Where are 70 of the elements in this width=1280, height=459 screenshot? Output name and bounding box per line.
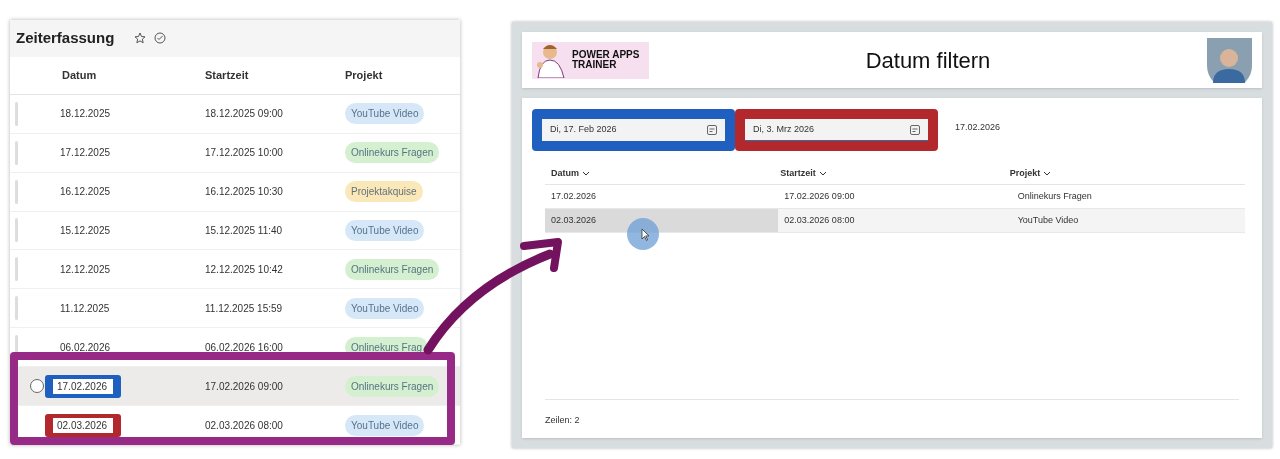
list-row[interactable]: 02.03.2026 02.03.2026 08:00 YouTube Video [10, 406, 460, 445]
table-cell-text: 17.02.2026 09:00 [783, 189, 856, 203]
start-time-text: 12.12.2025 10:42 [205, 262, 284, 277]
date-text: 17.02.2026 [53, 378, 113, 394]
start-time-text: 17.02.2026 09:00 [205, 379, 284, 394]
start-time-text: 11.12.2025 15:59 [205, 301, 284, 316]
project-tag: YouTube Video [345, 414, 425, 436]
calendar-icon[interactable] [707, 125, 717, 135]
chevron-down-icon [582, 170, 590, 177]
table-cell-text: Onlinekurs Fragen [1016, 189, 1093, 203]
column-header[interactable]: Datum [551, 166, 781, 181]
list-row[interactable]: 17.12.2025 17.12.2025 10:00 Onlinekurs Fragen [10, 133, 460, 173]
date-text: 06.02.2026 [60, 340, 111, 355]
table-row[interactable]: 02.03.2026 02.03.2026 08:00 YouTube Video [545, 209, 1245, 233]
cursor-icon [627, 218, 659, 250]
radio-button[interactable] [30, 379, 44, 394]
list-row[interactable]: 15.12.2025 15.12.2025 11:40 YouTube Video [10, 211, 460, 251]
column-header[interactable]: Datum [62, 67, 97, 84]
project-tag: Projektakquise [345, 181, 423, 203]
row-handle [15, 101, 18, 126]
start-time-text: 15.12.2025 11:40 [205, 224, 284, 238]
logo-text: POWER APPS TRAINER [572, 50, 641, 70]
list-row[interactable]: 12.12.2025 12.12.2025 10:42 Onlinekurs Fragen [10, 250, 460, 290]
date-text: 11.12.2025 [60, 301, 110, 316]
date-text: 02.03.2026 [53, 417, 113, 433]
chevron-down-icon [1043, 170, 1052, 177]
project-tag: YouTube Video [345, 220, 425, 241]
project-tag: YouTube Video [345, 103, 425, 125]
start-time-text: 18.12.2025 09:00 [205, 107, 284, 122]
list-row[interactable]: 11.12.2025 11.12.2025 15:59 YouTube Video [10, 289, 460, 329]
start-time-text: 06.02.2026 16:00 [205, 340, 284, 355]
start-time-text: 17.12.2025 10:00 [205, 146, 284, 161]
date-picker[interactable]: Di, 17. Feb 2026 [542, 119, 725, 141]
date-picker[interactable]: Di, 3. Mrz 2026 [745, 119, 928, 141]
column-header[interactable]: Startzeit [205, 67, 345, 84]
project-tag: Onlinekurs Fragen [345, 142, 440, 164]
table-cell-text: 17.02.2026 [550, 189, 598, 203]
project-tag: Onlinekurs Fragen [345, 258, 440, 280]
row-count: Zeilen: 2 [545, 415, 580, 425]
table-cell-text: YouTube Video [1016, 213, 1080, 227]
start-time-text: 16.12.2025 10:30 [205, 185, 284, 200]
date-text: 17.12.2025 [60, 146, 111, 161]
table-cell-text: 02.03.2026 08:00 [783, 213, 856, 227]
star-icon[interactable] [134, 32, 147, 45]
column-header[interactable]: Projekt [1009, 166, 1239, 181]
row-handle [15, 140, 18, 165]
column-header[interactable]: Projekt [345, 67, 460, 84]
calendar-icon[interactable] [910, 124, 920, 135]
date-text: 18.12.2025 [60, 107, 111, 122]
row-handle [15, 218, 18, 243]
list-title: Zeiterfassung [16, 28, 115, 49]
start-time-text: 02.03.2026 08:00 [205, 418, 284, 433]
column-header[interactable]: Startzeit [780, 166, 1010, 181]
project-tag: Onlinekurs Fragen [345, 375, 440, 397]
avatar [1207, 37, 1252, 83]
list-row[interactable]: 18.12.2025 18.12.2025 09:00 YouTube Video [10, 94, 460, 134]
date-text: 15.12.2025 [60, 224, 111, 238]
check-circle-icon[interactable] [154, 32, 167, 45]
chevron-down-icon [818, 170, 827, 177]
row-handle [15, 296, 18, 321]
app-title: Datum filtern [864, 46, 992, 75]
row-handle [15, 257, 18, 282]
mascot-drawing [534, 42, 568, 78]
list-row[interactable]: 16.12.2025 16.12.2025 10:30 Projektakquise [10, 172, 460, 212]
date-text: 12.12.2025 [60, 262, 111, 277]
date-text: 16.12.2025 [60, 185, 111, 200]
project-tag: YouTube Video [345, 297, 425, 319]
row-handle [15, 179, 18, 204]
table-cell: 02.03.2026 [545, 209, 779, 232]
selected-date-text: 17.02.2026 [955, 121, 1001, 134]
